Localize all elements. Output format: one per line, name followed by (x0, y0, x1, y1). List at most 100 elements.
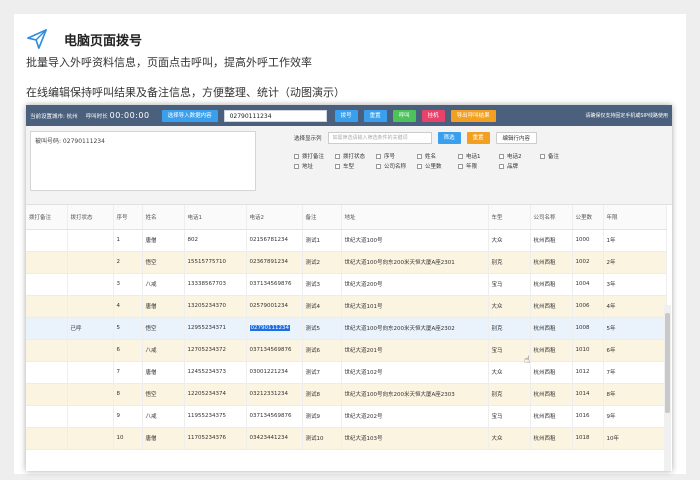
table-cell[interactable]: 世纪大道200号 (341, 273, 489, 296)
table-cell[interactable]: 1012 (572, 361, 604, 384)
table-cell[interactable] (67, 339, 114, 362)
table-cell[interactable]: 测试8 (302, 383, 342, 406)
table-cell[interactable]: 03423441234 (246, 427, 303, 450)
table-row[interactable]: 8 悟空 12205234374 03212331234 测试8 世纪大道100号向东20… (26, 383, 667, 406)
table-cell[interactable]: 唐僧 (142, 295, 185, 318)
table-cell[interactable]: 9年 (603, 405, 667, 428)
table-cell[interactable]: 世纪大道100号 (341, 229, 489, 252)
table-cell[interactable]: 世纪大道100号向东200米天恒大厦A座2303 (341, 383, 489, 406)
table-cell[interactable]: 别克 (488, 383, 531, 406)
column-checkbox[interactable]: 车型 (335, 162, 376, 170)
table-cell[interactable]: 4年 (603, 295, 667, 318)
table-cell[interactable] (26, 317, 68, 340)
table-cell[interactable]: 037134569876 (246, 339, 303, 362)
table-row[interactable]: 10 唐僧 11705234376 03423441234 测试10 世纪大道103号 大众… (26, 427, 667, 450)
table-cell[interactable]: 13205234370 (184, 295, 247, 318)
checkbox-icon[interactable] (335, 163, 340, 169)
table-cell[interactable]: 1004 (572, 273, 604, 296)
column-header[interactable]: 公司名称 (530, 205, 573, 230)
table-cell[interactable]: 03001221234 (246, 361, 303, 384)
table-cell[interactable]: 宝马 (488, 405, 531, 428)
table-row[interactable]: 7 唐僧 12455234373 03001221234 测试7 世纪大道102号 大众 杭州… (26, 361, 667, 384)
table-cell[interactable] (26, 229, 68, 252)
table-cell[interactable]: 02367891234 (246, 251, 303, 274)
table-cell[interactable]: 八戒 (142, 405, 185, 428)
table-cell[interactable] (67, 405, 114, 428)
table-cell[interactable] (67, 251, 114, 274)
checkbox-icon[interactable] (376, 153, 381, 159)
table-cell[interactable] (26, 273, 68, 296)
table-cell[interactable]: 1008 (572, 317, 604, 340)
table-cell[interactable]: 10 (113, 427, 143, 450)
checkbox-icon[interactable] (294, 153, 299, 159)
column-header[interactable]: 年限 (603, 205, 667, 230)
checkbox-icon[interactable] (458, 163, 463, 169)
table-row[interactable]: 6 八戒 12705234372 037134569876 测试6 世纪大道201号 宝马杭… (26, 339, 667, 362)
filter-reset-button[interactable]: 重置 (466, 132, 490, 144)
import-data-button[interactable]: 选择导入数据内容 (161, 109, 218, 122)
column-header[interactable]: 序号 (113, 205, 143, 230)
checkbox-icon[interactable] (376, 163, 381, 169)
table-row[interactable]: 已呼 5 悟空 12955234371 02790111234 测试5 世纪大道100号向东… (26, 317, 667, 340)
table-cell[interactable]: 测试1 (302, 229, 342, 252)
column-checkbox[interactable]: 品牌 (499, 162, 540, 170)
table-cell[interactable]: 8 (113, 383, 143, 406)
table-cell[interactable]: 大众 (488, 229, 531, 252)
table-row[interactable]: 1 唐僧 802 02156781234 测试1 世纪大道100号 大众 杭州西租 1000 1年 (26, 229, 667, 252)
table-cell[interactable] (26, 295, 68, 318)
table-cell[interactable]: 世纪大道201号 (341, 339, 489, 362)
table-row[interactable]: 3 八戒 13338567703 037134569876 测试3 世纪大道200号 宝马杭… (26, 273, 667, 296)
column-header[interactable]: 电话2 (246, 205, 303, 230)
table-cell[interactable]: 2 (113, 251, 143, 274)
export-results-button[interactable]: 导出呼叫结果 (450, 109, 496, 122)
table-cell[interactable] (67, 361, 114, 384)
table-cell[interactable]: 12705234372 (184, 339, 247, 362)
column-checkbox[interactable]: 拨打状态 (335, 152, 376, 160)
table-cell[interactable]: 3 (113, 273, 143, 296)
table-cell[interactable]: 02579001234 (246, 295, 303, 318)
table-cell[interactable]: 杭州西租 (530, 251, 573, 274)
checkbox-icon[interactable] (335, 153, 340, 159)
hangup-button[interactable]: 挂机 (421, 109, 445, 122)
table-cell[interactable]: 世纪大道101号 (341, 295, 489, 318)
column-header[interactable]: 公里数 (572, 205, 604, 230)
table-cell[interactable]: 12455234373 (184, 361, 247, 384)
column-checkbox[interactable]: 序号 (376, 152, 417, 160)
checkbox-icon[interactable] (294, 163, 299, 169)
table-cell[interactable] (26, 427, 68, 450)
table-cell[interactable]: 13338567703 (184, 273, 247, 296)
table-cell[interactable]: 杭州西租 (530, 383, 573, 406)
table-cell[interactable]: 3年 (603, 273, 667, 296)
table-cell[interactable]: 测试5 (302, 317, 342, 340)
column-checkbox[interactable]: 姓名 (417, 152, 458, 160)
phone-number-input[interactable]: 02790111234 (223, 109, 327, 122)
table-cell[interactable]: 1006 (572, 295, 604, 318)
table-cell[interactable]: 八戒 (142, 339, 185, 362)
table-cell[interactable] (67, 295, 114, 318)
table-cell[interactable]: 宝马 (488, 273, 531, 296)
table-cell[interactable]: 悟空 (142, 251, 185, 274)
table-cell[interactable]: 2年 (603, 251, 667, 274)
table-cell[interactable]: 杭州西租 (530, 317, 573, 340)
table-cell[interactable]: 02156781234 (246, 229, 303, 252)
table-cell[interactable]: 12955234371 (184, 317, 247, 340)
column-header[interactable]: 备注 (302, 205, 342, 230)
column-header[interactable]: 车型 (488, 205, 531, 230)
table-cell[interactable]: 1年 (603, 229, 667, 252)
table-cell[interactable]: 杭州西租 (530, 361, 573, 384)
table-cell[interactable] (26, 361, 68, 384)
table-cell[interactable]: 杭州西租 (530, 273, 573, 296)
table-cell[interactable]: 11705234376 (184, 427, 247, 450)
column-checkbox[interactable]: 电话1 (458, 152, 499, 160)
filter-button[interactable]: 筛选 (437, 132, 461, 144)
table-cell[interactable]: 1014 (572, 383, 604, 406)
checkbox-icon[interactable] (540, 153, 545, 159)
table-cell[interactable]: 1002 (572, 251, 604, 274)
table-cell[interactable]: 测试6 (302, 339, 342, 362)
table-cell[interactable]: 八戒 (142, 273, 185, 296)
column-checkbox[interactable]: 年限 (458, 162, 499, 170)
checkbox-icon[interactable] (458, 153, 463, 159)
table-cell[interactable]: 02790111234 (246, 317, 303, 340)
table-cell[interactable]: 12205234374 (184, 383, 247, 406)
table-cell[interactable]: 测试9 (302, 405, 342, 428)
